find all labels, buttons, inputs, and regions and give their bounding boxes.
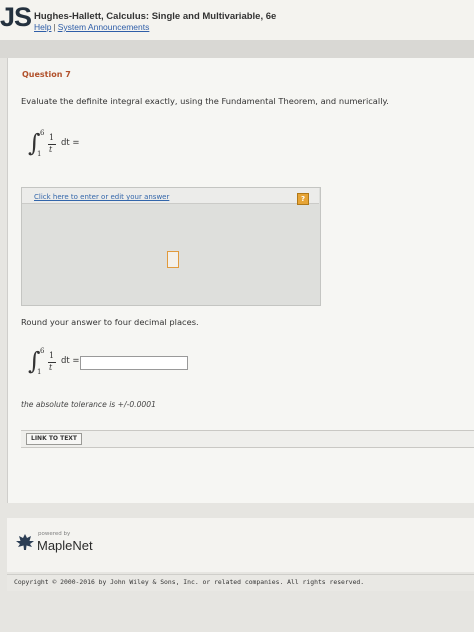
fraction-denominator: t: [49, 145, 53, 154]
upper-limit: 6: [40, 129, 45, 137]
link-bar: [21, 430, 474, 448]
fraction-numerator: 1: [49, 133, 55, 142]
header-divider-bar: [0, 40, 474, 58]
link-to-text-button[interactable]: LINK TO TEXT: [26, 433, 83, 445]
question-title: Question 7: [22, 70, 71, 79]
enter-answer-link[interactable]: Click here to enter or edit your answer: [34, 193, 169, 201]
round-instruction: Round your answer to four decimal places…: [21, 317, 199, 327]
integral-expression-1: ∫ 6 1 1 t dt =: [28, 129, 108, 163]
lower-limit: 1: [37, 150, 42, 158]
help-icon[interactable]: ?: [297, 193, 309, 205]
powered-by-label: powered by: [38, 531, 71, 537]
integral-tail: dt =: [61, 138, 80, 148]
answer-placeholder-box[interactable]: [167, 251, 179, 268]
upper-limit: 6: [40, 347, 45, 355]
copyright-text: Copyright © 2000-2016 by John Wiley & So…: [14, 578, 365, 586]
book-title: Hughes-Hallett, Calculus: Single and Mul…: [34, 11, 277, 22]
answer-applet[interactable]: [21, 187, 321, 306]
fraction-numerator: 1: [49, 351, 55, 360]
tolerance-note: the absolute tolerance is +/-0.0001: [21, 400, 156, 409]
integral-tail: dt =: [61, 356, 80, 366]
numeric-answer-input[interactable]: [80, 356, 188, 370]
maplenet-brand: MapleNet: [37, 538, 93, 553]
help-link[interactable]: Help: [34, 22, 51, 32]
header-links: Help | System Announcements: [34, 22, 149, 32]
fraction-denominator: t: [49, 363, 53, 372]
site-logo: JS: [0, 2, 32, 32]
maple-leaf-icon: [16, 534, 34, 550]
system-announcements-link[interactable]: System Announcements: [58, 22, 150, 32]
question-prompt: Evaluate the definite integral exactly, …: [21, 96, 389, 106]
lower-limit: 1: [37, 368, 42, 376]
